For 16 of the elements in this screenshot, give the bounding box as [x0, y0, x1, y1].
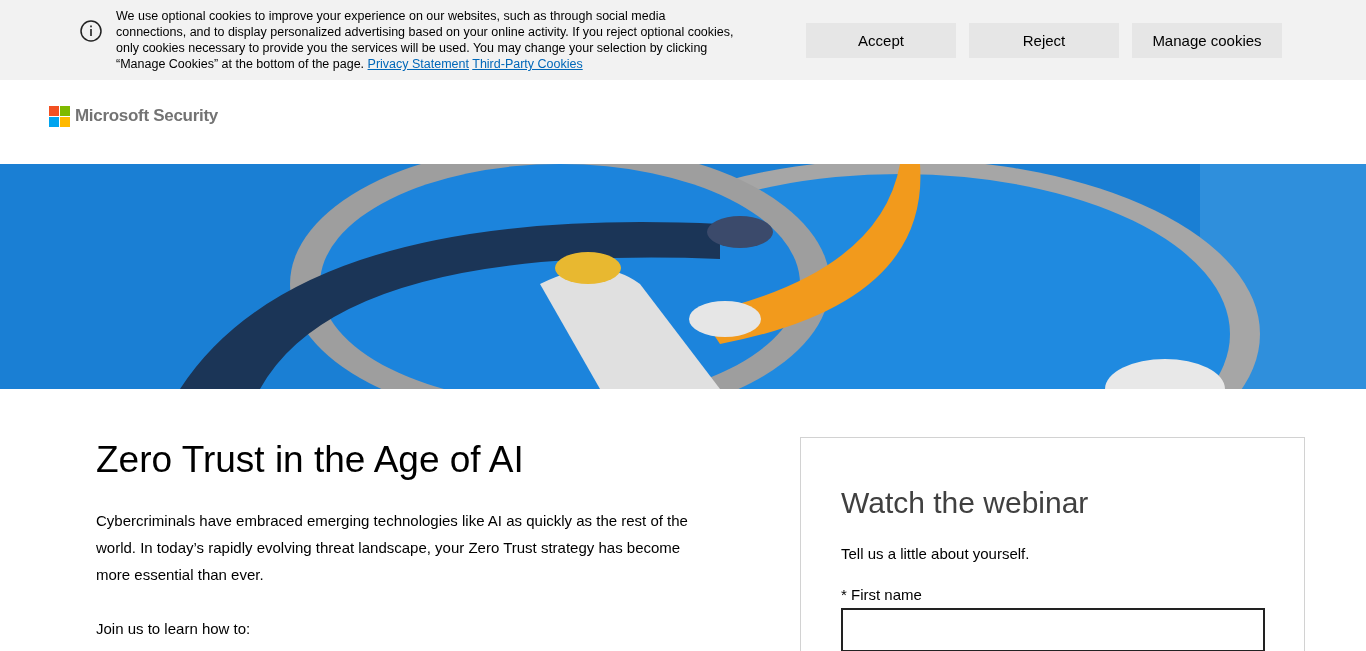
- cookie-link[interactable]: Third-Party Cookies: [472, 57, 583, 71]
- brand-name: Microsoft Security: [75, 106, 218, 126]
- cookie-button[interactable]: Accept: [806, 22, 956, 58]
- input-field[interactable]: [841, 608, 1265, 651]
- paragraph: Join us to learn how to:: [96, 619, 252, 639]
- info-icon: [80, 20, 102, 42]
- page-title: Zero Trust in the Age of AI: [96, 438, 525, 482]
- cookie-message: We use optional cookies to improve your experience on our websites, such as through social media connections, and to display personalized advertising based on your online activity. If you reject optional cookies, only cookies necessary to provide you the services will be used. You may change your selection by clicking “Manage Cookies” at the bottom of the page. Privacy Statement Third-Party Cookies: [116, 8, 735, 72]
- paragraph: Cybercriminals have embraced emerging technologies like AI as quickly as the rest of the world. In today’s rapidly evolving threat landscape, your Zero Trust strategy has become more essential than ever.: [96, 511, 689, 585]
- cookie-button[interactable]: Reject: [969, 22, 1119, 58]
- form-title: Watch the webinar: [841, 485, 1090, 521]
- cookie-link[interactable]: Privacy Statement: [367, 57, 469, 71]
- field-label: * First name: [841, 586, 923, 603]
- logo-icon: [49, 105, 70, 127]
- form-intro: Tell us a little about yourself.: [841, 545, 1031, 562]
- cookie-button[interactable]: Manage cookies: [1132, 22, 1282, 58]
